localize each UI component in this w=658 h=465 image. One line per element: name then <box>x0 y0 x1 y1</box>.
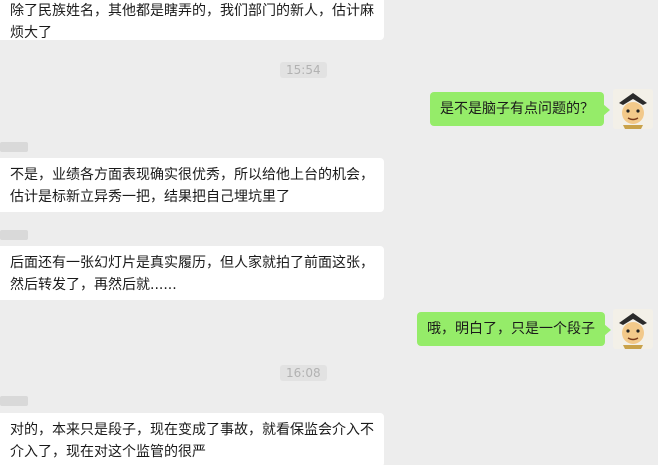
message-text-line: 不是，业绩各方面表现确实很优秀，所以给他上台的机会， <box>10 167 374 183</box>
message-text-line: 是不是脑子有点问题的？ <box>440 101 594 117</box>
chat-timestamp: 15:54 <box>280 62 327 78</box>
incoming-message-bubble[interactable]: 对的，本来只是段子，现在变成了事故，就看保监会介入不 介入了，现在对这个监管的很… <box>0 413 384 465</box>
user-avatar[interactable] <box>613 89 653 129</box>
message-text-line: 哦，明白了，只是一个段子 <box>427 321 595 337</box>
sender-nickname-blurred <box>0 230 28 240</box>
cartoon-face-icon <box>613 89 653 129</box>
cartoon-face-icon <box>613 309 653 349</box>
incoming-message-bubble[interactable]: 除了民族姓名，其他都是瞎弄的，我们部门的新人，估计麻 烦大了 <box>0 0 384 41</box>
outgoing-message-bubble[interactable]: 是不是脑子有点问题的？ <box>430 92 610 126</box>
sender-nickname-blurred <box>0 142 28 152</box>
user-avatar[interactable] <box>613 309 653 349</box>
message-text-line: 然后转发了，再然后就...... <box>10 277 177 293</box>
chat-timestamp: 16:08 <box>280 365 327 381</box>
message-text-line: 除了民族姓名，其他都是瞎弄的，我们部门的新人，估计麻 <box>10 3 374 19</box>
message-text-line: 介入了，现在对这个监管的很严 <box>10 444 206 460</box>
incoming-message-bubble[interactable]: 不是，业绩各方面表现确实很优秀，所以给他上台的机会， 估计是标新立异秀一把，结果… <box>0 158 384 212</box>
message-text-line: 对的，本来只是段子，现在变成了事故，就看保监会介入不 <box>10 422 374 438</box>
message-text-line: 估计是标新立异秀一把，结果把自己埋坑里了 <box>10 189 290 205</box>
message-text-line: 后面还有一张幻灯片是真实履历，但人家就拍了前面这张， <box>10 255 374 271</box>
incoming-message-bubble[interactable]: 后面还有一张幻灯片是真实履历，但人家就拍了前面这张， 然后转发了，再然后就...… <box>0 246 384 300</box>
sender-nickname-blurred <box>0 396 28 406</box>
outgoing-message-bubble[interactable]: 哦，明白了，只是一个段子 <box>417 312 611 346</box>
message-text-line: 烦大了 <box>10 25 52 41</box>
